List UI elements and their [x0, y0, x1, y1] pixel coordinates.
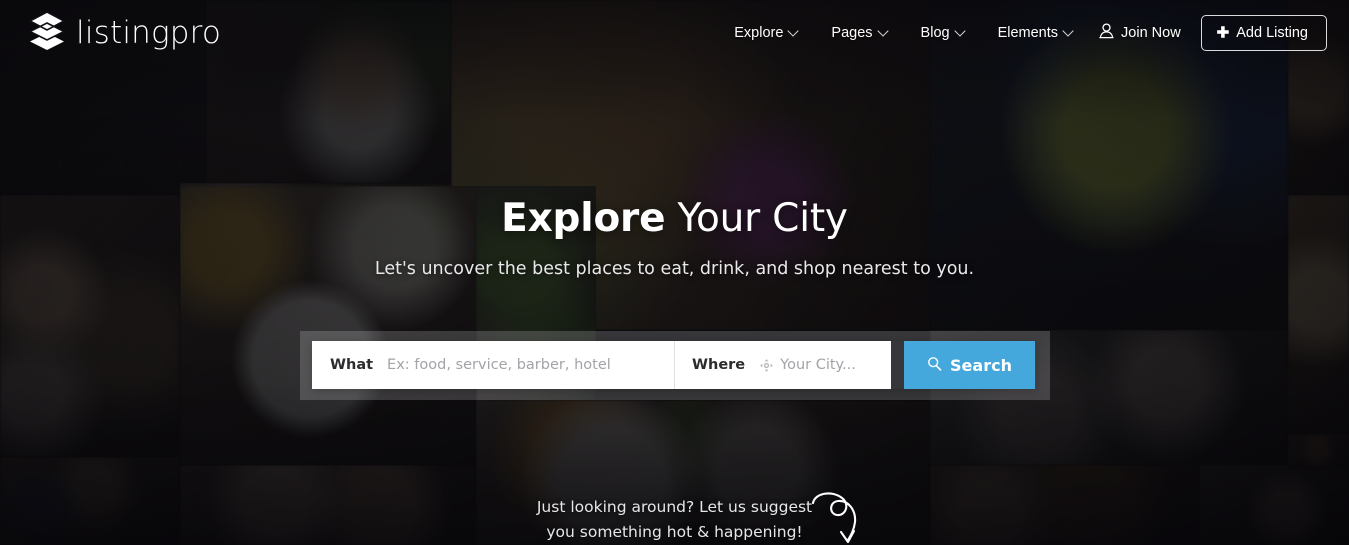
suggestion-text: Just looking around? Let us suggest you … — [530, 495, 820, 545]
brand-name: listingpro — [76, 14, 222, 51]
nav-item-blog-label: Blog — [920, 25, 950, 41]
magnifier-icon — [927, 356, 942, 375]
search-what-field[interactable]: What — [312, 341, 674, 389]
chevron-down-icon — [787, 25, 800, 37]
search-what-label: What — [330, 357, 374, 373]
brand-logo[interactable]: listingpro — [28, 10, 221, 57]
page-title-light: Your City — [665, 196, 849, 241]
mosaic-tile-warm-filler — [1288, 434, 1349, 469]
suggestion-block: Just looking around? Let us suggest you … — [0, 492, 1349, 545]
search-what-input[interactable] — [387, 357, 674, 373]
nav-item-elements-label: Elements — [997, 25, 1059, 41]
search-where-label: Where — [692, 357, 746, 373]
page-title-strong: Explore — [501, 196, 666, 241]
chevron-down-icon — [953, 25, 966, 37]
join-now-link[interactable]: Join Now — [1089, 13, 1195, 54]
add-listing-label: Add Listing — [1236, 25, 1308, 41]
chevron-down-icon — [876, 25, 889, 37]
nav-item-elements[interactable]: Elements — [981, 15, 1089, 51]
plus-icon: ✚ — [1216, 24, 1230, 41]
join-now-label: Join Now — [1121, 25, 1181, 41]
nav-item-blog[interactable]: Blog — [904, 15, 981, 51]
curly-arrow-doodle-icon — [806, 489, 868, 545]
nav-item-explore-label: Explore — [734, 25, 784, 41]
crosshair-locate-icon[interactable] — [759, 358, 774, 373]
hero-section: Explore Your City Let's uncover the best… — [0, 196, 1349, 279]
search-button-label: Search — [950, 355, 1012, 375]
add-listing-button[interactable]: ✚ Add Listing — [1200, 15, 1327, 51]
nav-item-pages[interactable]: Pages — [814, 15, 903, 51]
search-button[interactable]: Search — [904, 341, 1035, 389]
search-bar: What Where Search — [312, 341, 1036, 389]
chevron-down-icon — [1062, 25, 1074, 37]
nav-item-explore[interactable]: Explore — [717, 15, 814, 51]
user-icon — [1099, 22, 1114, 44]
site-header: listingpro Explore Pages Blog Elements J… — [0, 0, 1349, 66]
page-title: Explore Your City — [0, 196, 1349, 243]
hero-subtitle: Let's uncover the best places to eat, dr… — [374, 258, 975, 279]
nav-item-pages-label: Pages — [831, 25, 873, 41]
stacked-layers-icon — [28, 10, 66, 57]
search-where-input[interactable] — [780, 357, 891, 373]
hero-landing-page: listingpro Explore Pages Blog Elements J… — [0, 0, 1349, 545]
suggestion-line-2: something hot & happening! — [579, 523, 803, 542]
search-where-field[interactable]: Where — [674, 341, 891, 389]
main-navigation: Explore Pages Blog Elements Join Now ✚ A… — [717, 13, 1327, 54]
